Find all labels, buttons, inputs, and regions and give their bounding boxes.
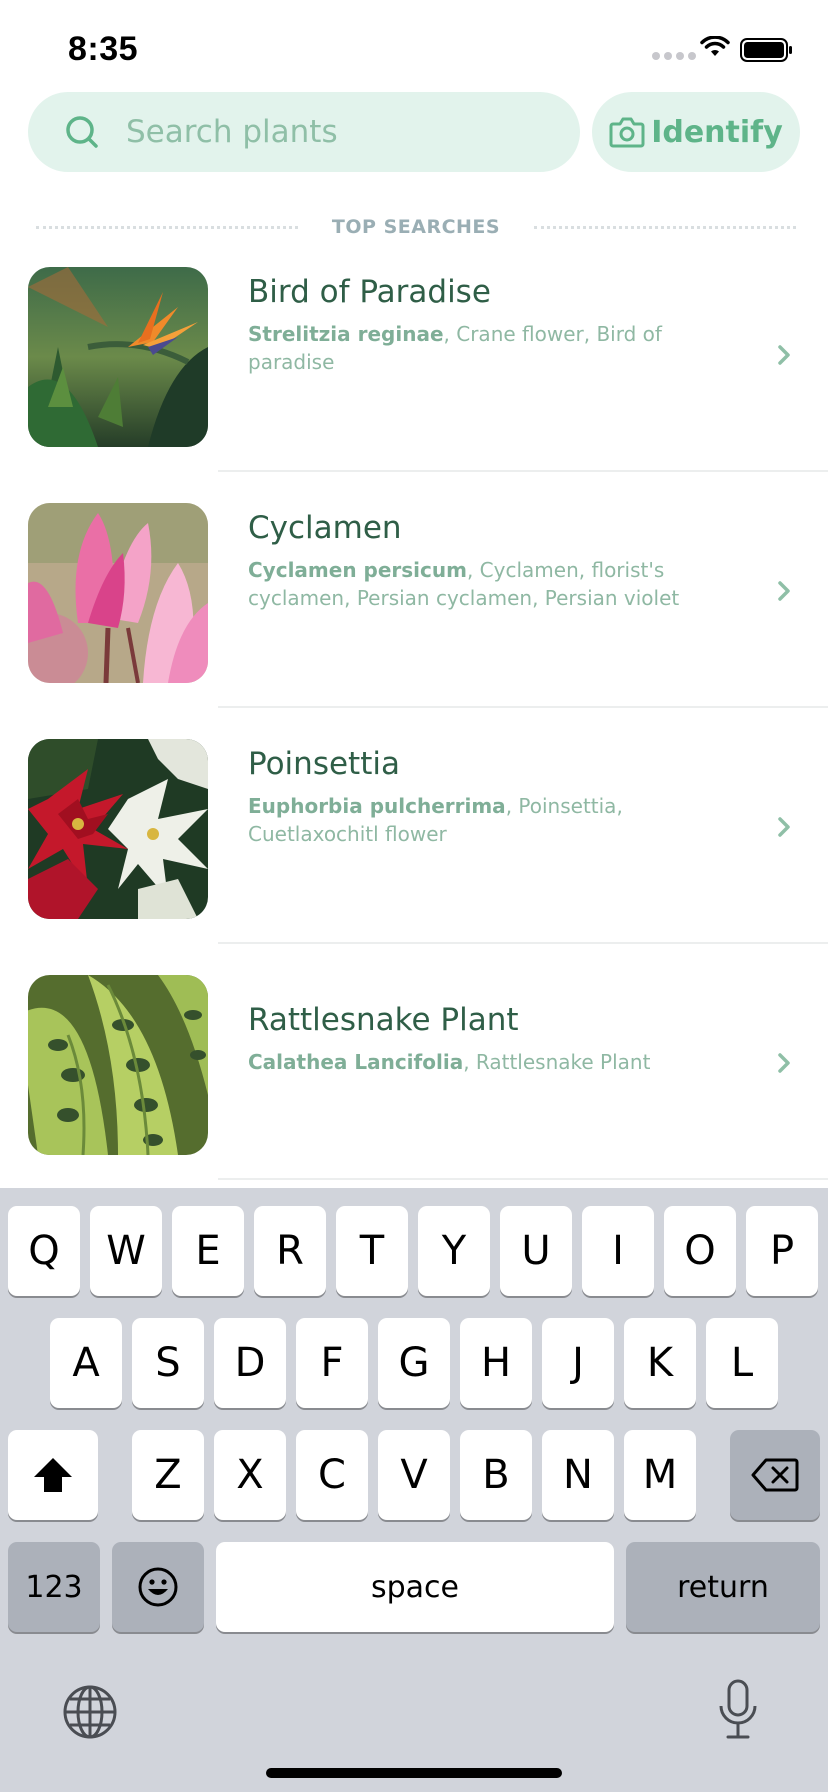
camera-icon — [609, 117, 645, 148]
chevron-right-icon — [778, 817, 790, 837]
key-f[interactable]: F — [296, 1318, 368, 1408]
identify-label: Identify — [651, 114, 783, 150]
shift-icon — [34, 1458, 72, 1492]
key-q[interactable]: Q — [8, 1206, 80, 1296]
plant-scientific-name: Calathea Lancifolia — [248, 1050, 464, 1074]
divider-dots — [534, 225, 797, 229]
cellular-signal-icon — [652, 52, 696, 60]
status-time: 8:35 — [68, 30, 139, 68]
emoji-key[interactable] — [112, 1542, 204, 1632]
chevron-right-icon — [778, 345, 790, 365]
search-bar[interactable] — [28, 92, 580, 172]
key-d[interactable]: D — [214, 1318, 286, 1408]
plant-scientific-name: Euphorbia pulcherrima — [248, 794, 506, 818]
plant-subtitle: Calathea Lancifolia, Rattlesnake Plant — [248, 1048, 718, 1076]
row-divider — [218, 1178, 828, 1180]
plant-item-rattlesnake-plant[interactable]: Rattlesnake Plant Calathea Lancifolia, R… — [0, 944, 828, 1180]
plant-text: Cyclamen Cyclamen persicum, Cyclamen, fl… — [248, 510, 718, 612]
key-y[interactable]: Y — [418, 1206, 490, 1296]
search-input[interactable] — [126, 92, 566, 172]
plant-text: Poinsettia Euphorbia pulcherrima, Poinse… — [248, 746, 718, 848]
identify-button[interactable]: Identify — [592, 92, 800, 172]
divider-dots — [36, 225, 298, 229]
plant-name: Rattlesnake Plant — [248, 1002, 519, 1038]
key-r[interactable]: R — [254, 1206, 326, 1296]
bird-of-paradise-photo — [28, 267, 208, 447]
key-m[interactable]: M — [624, 1430, 696, 1520]
key-g[interactable]: G — [378, 1318, 450, 1408]
rattlesnake-plant-photo — [28, 975, 208, 1155]
shift-key[interactable] — [8, 1430, 98, 1520]
key-c[interactable]: C — [296, 1430, 368, 1520]
key-u[interactable]: U — [500, 1206, 572, 1296]
key-p[interactable]: P — [746, 1206, 818, 1296]
globe-icon[interactable] — [62, 1684, 118, 1740]
plant-text: Rattlesnake Plant Calathea Lancifolia, R… — [248, 1002, 718, 1076]
plant-subtitle: Euphorbia pulcherrima, Poinsettia, Cuetl… — [248, 792, 718, 848]
plant-list: Bird of Paradise Strelitzia reginae, Cra… — [0, 236, 828, 1180]
key-v[interactable]: V — [378, 1430, 450, 1520]
plant-scientific-name: Cyclamen persicum — [248, 558, 467, 582]
section-title: TOP SEARCHES — [331, 216, 501, 238]
key-n[interactable]: N — [542, 1430, 614, 1520]
plant-subtitle: Strelitzia reginae, Crane flower, Bird o… — [248, 320, 718, 376]
plant-scientific-name: Strelitzia reginae — [248, 322, 444, 346]
key-l[interactable]: L — [706, 1318, 778, 1408]
status-bar: 8:35 — [0, 0, 828, 96]
home-indicator — [266, 1768, 562, 1778]
battery-icon — [740, 38, 792, 62]
plant-aliases: , Rattlesnake Plant — [463, 1050, 651, 1074]
numbers-key[interactable]: 123 — [8, 1542, 100, 1632]
key-x[interactable]: X — [214, 1430, 286, 1520]
search-icon — [66, 116, 98, 148]
key-w[interactable]: W — [90, 1206, 162, 1296]
key-i[interactable]: I — [582, 1206, 654, 1296]
chevron-right-icon — [778, 1053, 790, 1073]
key-s[interactable]: S — [132, 1318, 204, 1408]
plant-name: Cyclamen — [248, 510, 402, 546]
key-b[interactable]: B — [460, 1430, 532, 1520]
cyclamen-photo — [28, 503, 208, 683]
delete-key[interactable] — [730, 1430, 820, 1520]
key-o[interactable]: O — [664, 1206, 736, 1296]
chevron-right-icon — [778, 581, 790, 601]
key-e[interactable]: E — [172, 1206, 244, 1296]
poinsettia-photo — [28, 739, 208, 919]
plant-item-poinsettia[interactable]: Poinsettia Euphorbia pulcherrima, Poinse… — [0, 708, 828, 944]
microphone-icon[interactable] — [716, 1678, 760, 1742]
key-k[interactable]: K — [624, 1318, 696, 1408]
plant-item-cyclamen[interactable]: Cyclamen Cyclamen persicum, Cyclamen, fl… — [0, 472, 828, 708]
key-t[interactable]: T — [336, 1206, 408, 1296]
emoji-icon — [138, 1567, 178, 1607]
key-a[interactable]: A — [50, 1318, 122, 1408]
plant-item-bird-of-paradise[interactable]: Bird of Paradise Strelitzia reginae, Cra… — [0, 236, 828, 472]
space-key[interactable]: space — [216, 1542, 614, 1632]
return-key[interactable]: return — [626, 1542, 820, 1632]
key-z[interactable]: Z — [132, 1430, 204, 1520]
keyboard: Q W E R T Y U I O P A S D F G H J K L Z … — [0, 1188, 828, 1792]
backspace-icon — [751, 1458, 799, 1492]
wifi-icon — [700, 36, 730, 56]
plant-name: Bird of Paradise — [248, 274, 491, 310]
plant-text: Bird of Paradise Strelitzia reginae, Cra… — [248, 274, 718, 376]
key-h[interactable]: H — [460, 1318, 532, 1408]
plant-subtitle: Cyclamen persicum, Cyclamen, florist's c… — [248, 556, 718, 612]
key-j[interactable]: J — [542, 1318, 614, 1408]
plant-name: Poinsettia — [248, 746, 400, 782]
